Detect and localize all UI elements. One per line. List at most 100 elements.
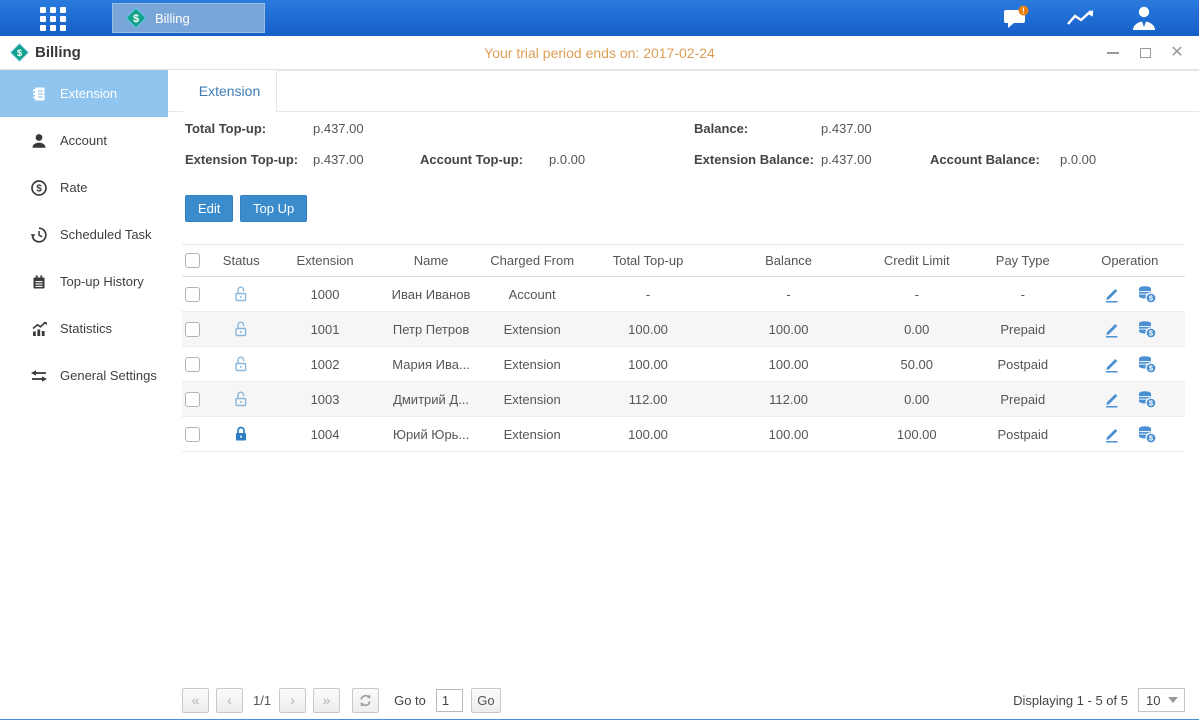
table-row: 1004 Юрий Юрь... Extension 100.00 100.00… <box>182 417 1185 452</box>
page-indicator: 1/1 <box>253 693 271 708</box>
messages-icon[interactable]: ! <box>999 4 1033 32</box>
goto-label: Go to <box>394 693 426 708</box>
sidebar-item-extension[interactable]: Extension <box>0 70 168 117</box>
credit-limit-cell: - <box>863 287 971 302</box>
name-cell: Юрий Юрь... <box>379 427 483 442</box>
page-size-select[interactable]: 10 <box>1138 688 1185 712</box>
extension-cell: 1002 <box>271 357 379 372</box>
extension-table: Status Extension Name Charged From Total… <box>182 244 1185 452</box>
sidebar-item-statistics[interactable]: Statistics <box>0 305 168 352</box>
table-row: 1001 Петр Петров Extension 100.00 100.00… <box>182 312 1185 347</box>
sidebar-item-topup-history[interactable]: Top-up History <box>0 258 168 305</box>
edit-pencil-icon[interactable] <box>1103 390 1121 408</box>
row-checkbox[interactable] <box>185 392 200 407</box>
edit-button[interactable]: Edit <box>185 195 233 222</box>
prev-page-button[interactable]: ‹ <box>216 688 243 713</box>
row-checkbox[interactable] <box>185 427 200 442</box>
topup-coins-icon[interactable]: $ <box>1137 389 1157 409</box>
total-topup-cell: - <box>581 287 714 302</box>
topup-coins-icon[interactable]: $ <box>1137 354 1157 374</box>
extension-cell: 1003 <box>271 392 379 407</box>
total-topup-cell: 100.00 <box>581 427 714 442</box>
table-header: Status Extension Name Charged From Total… <box>182 244 1185 277</box>
row-checkbox[interactable] <box>185 322 200 337</box>
topup-coins-icon[interactable]: $ <box>1137 319 1157 339</box>
select-all-checkbox[interactable] <box>185 253 200 268</box>
credit-limit-cell: 0.00 <box>863 392 971 407</box>
taskbar-tab-label: Billing <box>155 11 190 26</box>
balance-cell: 112.00 <box>715 392 863 407</box>
taskbar-tab-billing[interactable]: $ Billing <box>112 3 265 33</box>
apps-grid-icon[interactable] <box>33 3 73 33</box>
total-topup-cell: 100.00 <box>581 357 714 372</box>
col-credit-limit: Credit Limit <box>863 253 971 268</box>
general-settings-sliders-icon <box>30 367 48 385</box>
lock-open-icon <box>232 390 250 408</box>
account-balance-value: p.0.00 <box>1060 152 1096 167</box>
sidebar-item-label: Statistics <box>60 321 112 336</box>
apps-grid-glyph <box>36 4 70 32</box>
charged-from-cell: Account <box>483 287 582 302</box>
table-body: 1000 Иван Иванов Account - - - - <box>182 277 1185 452</box>
next-page-button[interactable]: › <box>279 688 306 713</box>
chevron-down-icon <box>1168 697 1178 703</box>
sidebar-item-account[interactable]: Account <box>0 117 168 164</box>
account-topup-label: Account Top-up: <box>420 152 523 167</box>
edit-pencil-icon[interactable] <box>1103 285 1121 303</box>
lock-open-icon <box>232 355 250 373</box>
edit-pencil-icon[interactable] <box>1103 320 1121 338</box>
goto-page-input[interactable] <box>436 689 463 712</box>
window-title: Billing <box>35 44 81 61</box>
last-page-button[interactable]: » <box>313 688 340 713</box>
user-icon[interactable] <box>1127 4 1161 32</box>
sidebar-item-rate[interactable]: $ Rate <box>0 164 168 211</box>
lock-closed-icon <box>232 425 250 443</box>
sidebar-item-label: Rate <box>60 180 87 195</box>
billing-diamond-icon-small: $ <box>10 43 29 62</box>
sidebar-item-label: Extension <box>60 86 117 101</box>
charged-from-cell: Extension <box>483 427 582 442</box>
edit-pencil-icon[interactable] <box>1103 425 1121 443</box>
col-balance: Balance <box>715 253 863 268</box>
sidebar-item-general-settings[interactable]: General Settings <box>0 352 168 399</box>
charged-from-cell: Extension <box>483 392 582 407</box>
first-page-button[interactable]: « <box>182 688 209 713</box>
sidebar-item-label: Scheduled Task <box>60 227 152 242</box>
col-charged-from: Charged From <box>483 253 582 268</box>
row-checkbox[interactable] <box>185 357 200 372</box>
svg-text:$: $ <box>17 48 23 59</box>
minimize-icon[interactable] <box>1105 45 1121 61</box>
total-topup-cell: 100.00 <box>581 322 714 337</box>
lock-open-icon <box>232 285 250 303</box>
refresh-button[interactable] <box>352 688 379 713</box>
balance-cell: 100.00 <box>715 322 863 337</box>
pay-type-cell: - <box>971 287 1075 302</box>
topup-history-notepad-icon <box>30 273 48 291</box>
topup-coins-icon[interactable]: $ <box>1137 284 1157 304</box>
close-icon[interactable]: ✕ <box>1169 45 1185 61</box>
total-topup-value: p.437.00 <box>313 121 364 136</box>
go-button[interactable]: Go <box>471 688 501 713</box>
statistics-chart-glyph <box>1064 5 1096 31</box>
taskbar: $ Billing ! <box>0 0 1199 36</box>
account-topup-value: p.0.00 <box>549 152 585 167</box>
rate-dollar-icon: $ <box>30 179 48 197</box>
sidebar-item-scheduled-task[interactable]: Scheduled Task <box>0 211 168 258</box>
scheduled-task-clock-icon <box>30 226 48 244</box>
main-content: Extension Total Top-up: p.437.00 Balance… <box>168 70 1199 719</box>
balance-cell: 100.00 <box>715 357 863 372</box>
titlebar: $ Billing Your trial period ends on: 201… <box>0 36 1199 70</box>
topup-button[interactable]: Top Up <box>240 195 307 222</box>
row-checkbox[interactable] <box>185 287 200 302</box>
edit-pencil-icon[interactable] <box>1103 355 1121 373</box>
maximize-icon[interactable] <box>1137 45 1153 61</box>
name-cell: Дмитрий Д... <box>379 392 483 407</box>
total-topup-cell: 112.00 <box>581 392 714 407</box>
topup-coins-icon[interactable]: $ <box>1137 424 1157 444</box>
total-topup-label: Total Top-up: <box>185 121 266 136</box>
tab-extension[interactable]: Extension <box>183 70 276 112</box>
statistics-chart-icon[interactable] <box>1063 4 1097 32</box>
refresh-icon <box>358 693 373 708</box>
displaying-text: Displaying 1 - 5 of 5 <box>1013 693 1128 708</box>
trial-notice: Your trial period ends on: 2017-02-24 <box>0 45 1199 61</box>
